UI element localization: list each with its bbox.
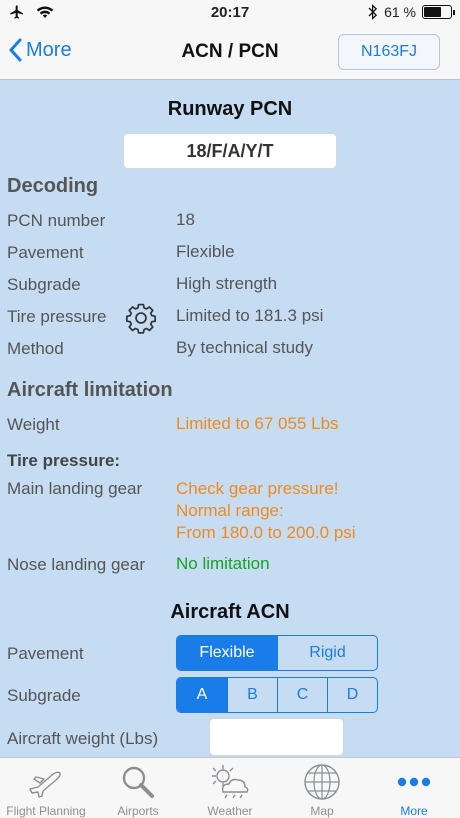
tire-pressure-value: Limited to 181.3 psi [176, 306, 324, 325]
aircraft-limitation-title: Aircraft limitation [7, 379, 173, 401]
pcn-number-label: PCN number [7, 211, 106, 230]
method-label: Method [7, 339, 64, 358]
decoding-title: Decoding [7, 175, 99, 197]
airplane-icon [29, 771, 61, 798]
subgrade-option-c[interactable]: C [277, 678, 327, 712]
method-value: By technical study [176, 338, 314, 357]
tab-label: More [400, 804, 428, 818]
aircraft-acn-title: Aircraft ACN [170, 601, 290, 623]
subgrade-option-b[interactable]: B [227, 678, 277, 712]
subgrade-label: Subgrade [7, 275, 81, 294]
tab-more[interactable]: More [368, 758, 460, 818]
battery-percent: 61 % [384, 4, 416, 20]
aircraft-weight-label: Aircraft weight (Lbs) [7, 729, 159, 748]
nose-landing-gear-value: No limitation [176, 554, 270, 573]
tab-weather[interactable]: Weather [184, 758, 276, 818]
tab-map[interactable]: Map [276, 758, 368, 818]
back-button[interactable]: More [8, 38, 72, 62]
main-landing-gear-value: Check gear pressure! Normal range: From … [176, 478, 356, 544]
aircraft-registration-button[interactable]: N163FJ [338, 34, 440, 70]
magnifier-icon [122, 766, 154, 798]
weight-limit-value: Limited to 67 055 Lbs [176, 414, 339, 433]
pavement-option-rigid[interactable]: Rigid [277, 636, 377, 670]
runway-pcn-title: Runway PCN [167, 98, 293, 120]
navigation-bar: More ACN / PCN N163FJ [0, 26, 460, 80]
more-dots-icon [397, 777, 431, 787]
status-right: 61 % [368, 4, 455, 20]
subgrade-option-d[interactable]: D [327, 678, 377, 712]
pavement-option-flexible[interactable]: Flexible [177, 636, 277, 670]
acn-pavement-label: Pavement [7, 644, 84, 663]
battery-icon [422, 5, 455, 19]
main-gear-warning: Check gear pressure! [176, 479, 339, 498]
main-gear-range-label: Normal range: [176, 501, 284, 520]
acn-subgrade-label: Subgrade [7, 686, 81, 705]
weather-icon [212, 765, 249, 799]
status-bar: 20:17 61 % [0, 0, 460, 26]
pavement-label: Pavement [7, 243, 84, 262]
bluetooth-icon [368, 4, 378, 20]
tab-label: Flight Planning [6, 804, 86, 818]
tire-pressure-subtitle: Tire pressure: [7, 451, 121, 470]
pcn-code-field[interactable]: 18/F/A/Y/T [123, 133, 337, 169]
subgrade-option-a[interactable]: A [177, 678, 227, 712]
weight-label: Weight [7, 415, 60, 434]
tab-label: Weather [207, 804, 253, 818]
subgrade-segmented-control[interactable]: A B C D [176, 677, 378, 713]
back-button-label: More [26, 38, 72, 61]
subgrade-value: High strength [176, 274, 278, 293]
main-gear-range: From 180.0 to 200.0 psi [176, 523, 356, 542]
tab-flight-planning[interactable]: Flight Planning [0, 758, 92, 818]
tab-bar: Flight Planning Airports Weather Map Mor… [0, 757, 460, 818]
gear-icon[interactable] [124, 301, 158, 335]
pavement-value: Flexible [176, 242, 235, 261]
tab-label: Airports [117, 804, 159, 818]
nose-landing-gear-label: Nose landing gear [7, 555, 145, 574]
globe-icon [304, 764, 340, 800]
aircraft-weight-input[interactable] [209, 718, 344, 756]
main-landing-gear-label: Main landing gear [7, 479, 143, 498]
chevron-left-icon [9, 38, 22, 62]
tab-airports[interactable]: Airports [92, 758, 184, 818]
content-area[interactable]: Runway PCN 18/F/A/Y/T Decoding PCN numbe… [0, 81, 460, 757]
pavement-segmented-control[interactable]: Flexible Rigid [176, 635, 378, 671]
pcn-number-value: 18 [176, 210, 195, 229]
tab-label: Map [310, 804, 334, 818]
tire-pressure-label: Tire pressure [7, 307, 107, 326]
